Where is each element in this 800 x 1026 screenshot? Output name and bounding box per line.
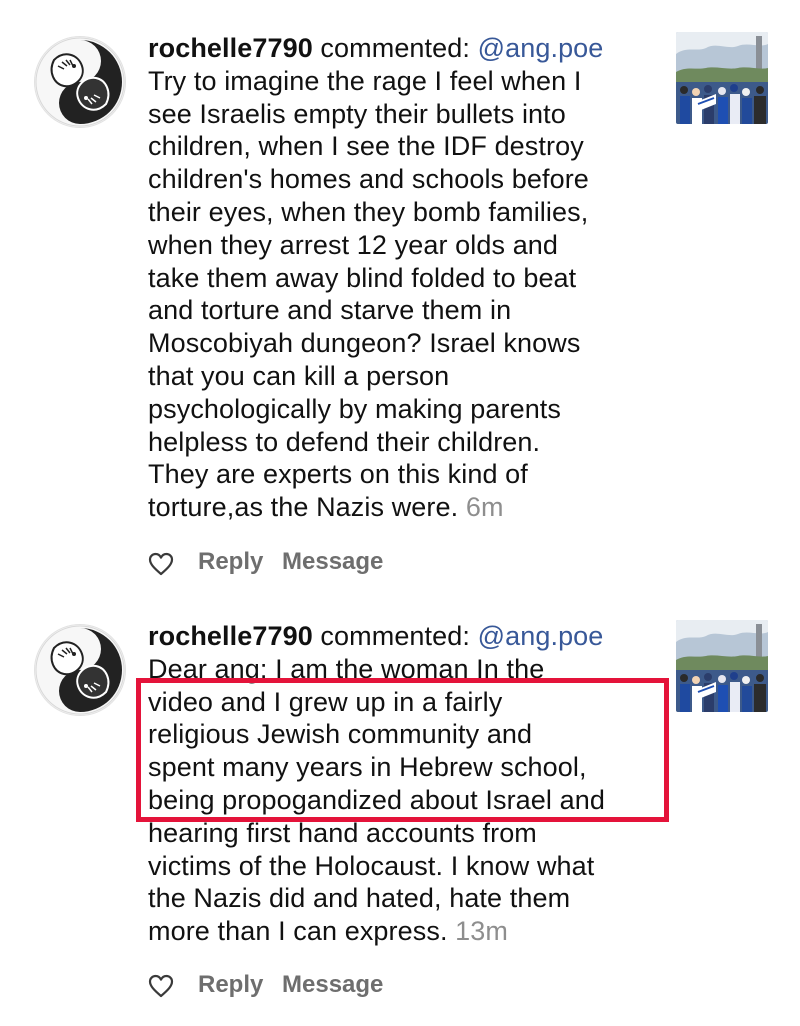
comment-line: that you can kill a person (148, 360, 450, 391)
mention-link[interactable]: @ang.poe (478, 621, 604, 651)
comment-line: more than I can express. (148, 916, 448, 947)
post-thumbnail[interactable] (676, 620, 768, 712)
comment-line: torture,as the Nazis were. (148, 492, 459, 523)
reply-button[interactable]: Reply (198, 548, 263, 576)
notification-item[interactable]: rochelle7790 commented: @ang.poe Try to … (0, 0, 800, 590)
username[interactable]: rochelle7790 (148, 33, 313, 63)
comment-line: being propogandized about Israel and (148, 784, 605, 815)
comment-line: Moscobiyah dungeon? Israel knows (148, 328, 581, 359)
timestamp: 6m (465, 492, 504, 523)
comment-line: Try to imagine the rage I feel when I (148, 65, 582, 96)
comment-line: victims of the Holocaust. I know what (148, 850, 595, 881)
koi-fish-yin-yang-icon (35, 625, 125, 715)
comment-line: and torture and starve them in (148, 295, 512, 326)
crowd-protest-photo (676, 32, 768, 124)
comment-text: rochelle7790 commented: @ang.poe Try to … (148, 32, 660, 524)
message-button[interactable]: Message (282, 548, 383, 576)
reply-button[interactable]: Reply (198, 971, 263, 999)
comment-line: helpless to defend their children. (148, 426, 541, 457)
avatar[interactable] (34, 624, 126, 716)
comment-line: when they arrest 12 year olds and (148, 229, 559, 260)
comment-line: They are experts on this kind of (148, 459, 528, 490)
comment-line-last: torture,as the Nazis were. 6m (148, 491, 660, 524)
heart-icon[interactable] (148, 552, 174, 576)
comment-line: take them away blind folded to beat (148, 262, 577, 293)
comment-verb: commented: (320, 621, 470, 651)
comment-line: their eyes, when they bomb families, (148, 196, 589, 227)
comment-line: spent many years in Hebrew school, (148, 752, 587, 783)
comment-text: rochelle7790 commented: @ang.poe Dear an… (148, 620, 660, 948)
comment-line: Dear ang: I am the woman In the (148, 653, 545, 684)
comment-line: hearing first hand accounts from (148, 817, 537, 848)
avatar[interactable] (34, 36, 126, 128)
comment-line: see Israelis empty their bullets into (148, 98, 566, 129)
mention-link[interactable]: @ang.poe (478, 33, 604, 63)
comment-line: religious Jewish community and (148, 719, 533, 750)
heart-icon[interactable] (148, 974, 174, 998)
message-button[interactable]: Message (282, 971, 383, 999)
post-thumbnail[interactable] (676, 32, 768, 124)
comment-header: rochelle7790 commented: @ang.poe (148, 32, 660, 65)
comment-line: children, when I see the IDF destroy (148, 131, 584, 162)
crowd-protest-photo (676, 620, 768, 712)
comment-line: the Nazis did and hated, hate them (148, 883, 571, 914)
comment-line: psychologically by making parents (148, 393, 562, 424)
username[interactable]: rochelle7790 (148, 621, 313, 651)
timestamp: 13m (455, 916, 508, 947)
notification-item[interactable]: rochelle7790 commented: @ang.poe Dear an… (0, 590, 800, 1026)
comment-line: video and I grew up in a fairly (148, 686, 503, 717)
comment-verb: commented: (320, 33, 470, 63)
comment-header: rochelle7790 commented: @ang.poe (148, 620, 660, 653)
koi-fish-yin-yang-icon (35, 37, 125, 127)
comment-line-last: more than I can express. 13m (148, 915, 660, 948)
comment-line: children's homes and schools before (148, 164, 589, 195)
